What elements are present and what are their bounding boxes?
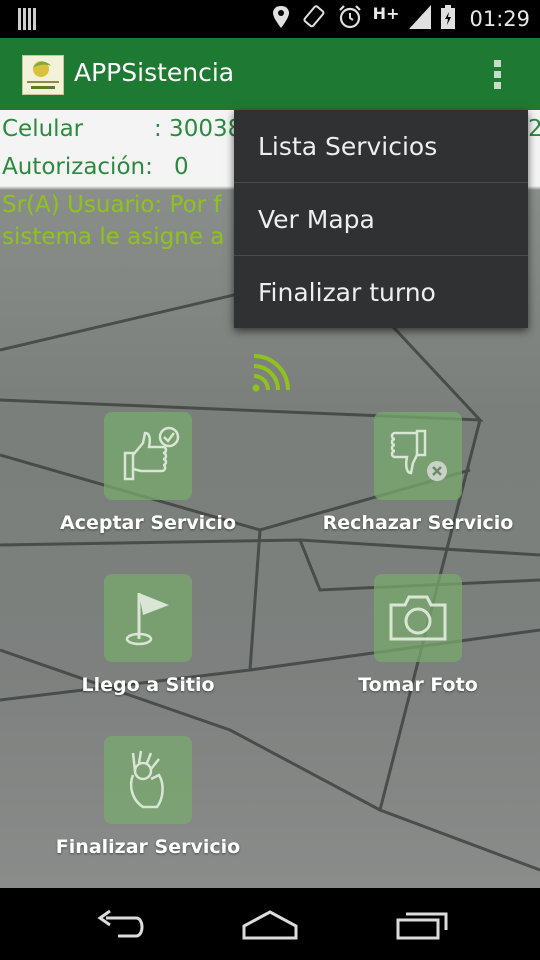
accept-service-button[interactable] <box>104 412 192 500</box>
accept-service-tile[interactable]: Aceptar Servicio <box>38 412 258 534</box>
take-photo-tile[interactable]: Tomar Foto <box>308 574 528 696</box>
autorizacion-label: Autorización: <box>2 154 153 180</box>
status-bar: H+ 01:29 <box>0 0 540 38</box>
flag-icon <box>125 593 169 646</box>
camera-icon <box>389 595 447 641</box>
ok-hand-icon <box>129 750 164 809</box>
wifi-signal-icon <box>252 354 290 396</box>
reject-service-label: Rechazar Servicio <box>322 512 514 534</box>
finish-service-button[interactable] <box>104 736 192 824</box>
menu-item-lista-servicios[interactable]: Lista Servicios <box>234 110 528 183</box>
thumbs-down-icon <box>390 429 447 481</box>
sim-icon <box>18 8 38 34</box>
recent-apps-icon <box>396 912 448 940</box>
app-title: APPSistencia <box>74 58 235 87</box>
overflow-menu-button[interactable] <box>484 56 512 92</box>
app-logo <box>22 55 64 95</box>
rotate-icon <box>301 4 327 34</box>
menu-item-ver-mapa[interactable]: Ver Mapa <box>234 183 528 256</box>
menu-item-finalizar-turno[interactable]: Finalizar turno <box>234 256 528 329</box>
accept-service-label: Aceptar Servicio <box>59 512 236 534</box>
location-icon <box>271 5 291 33</box>
notice-line-2: sistema le asigne a <box>2 224 225 250</box>
recent-apps-button[interactable] <box>390 902 454 946</box>
battery-icon <box>441 5 456 33</box>
home-button[interactable] <box>238 902 302 946</box>
arrived-site-button[interactable] <box>104 574 192 662</box>
reject-service-tile[interactable]: Rechazar Servicio <box>308 412 528 534</box>
celular-value: : 30038 <box>154 116 243 142</box>
reject-service-button[interactable] <box>374 412 462 500</box>
finish-service-tile[interactable]: Finalizar Servicio <box>38 736 258 858</box>
more-vert-icon <box>494 60 501 89</box>
celular-tail: 2 <box>528 116 540 142</box>
back-button[interactable] <box>88 902 152 946</box>
back-icon <box>97 909 144 938</box>
arrived-site-label: Llego a Sitio <box>81 674 215 696</box>
navigation-bar <box>0 888 540 960</box>
thumbs-up-icon <box>123 426 180 481</box>
home-icon <box>242 910 298 940</box>
notice-line-1: Sr(A) Usuario: Por f <box>2 192 222 218</box>
network-type-label: H+ <box>372 3 400 23</box>
take-photo-label: Tomar Foto <box>358 674 478 696</box>
finish-service-label: Finalizar Servicio <box>55 836 241 858</box>
signal-icon <box>409 5 432 33</box>
status-time: 01:29 <box>469 7 530 31</box>
take-photo-button[interactable] <box>374 574 462 662</box>
action-bar: APPSistencia <box>0 38 540 110</box>
arrived-site-tile[interactable]: Llego a Sitio <box>38 574 258 696</box>
alarm-icon <box>337 4 363 34</box>
overflow-menu: Lista Servicios Ver Mapa Finalizar turno <box>234 110 528 328</box>
autorizacion-value: 0 <box>174 154 189 180</box>
celular-label: Celular <box>2 116 84 142</box>
